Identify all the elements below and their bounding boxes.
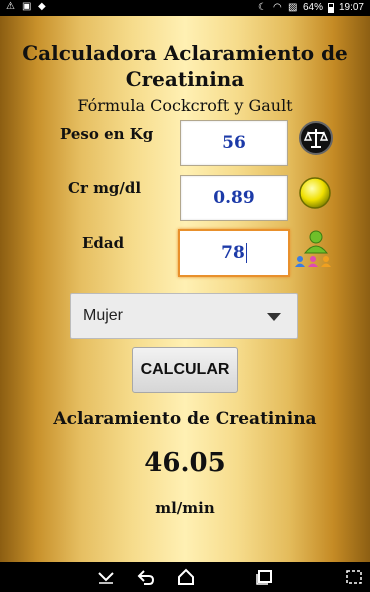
app-screen: Calculadora Aclaramiento de Creatinina F…: [0, 16, 370, 562]
battery-percent: 64%: [302, 2, 323, 13]
creatinine-label: Cr mg/dl: [68, 179, 142, 197]
weight-input[interactable]: 56: [180, 120, 288, 166]
weight-value: 56: [222, 133, 246, 153]
age-label: Edad: [82, 234, 125, 252]
navigation-bar: [0, 562, 370, 592]
age-input[interactable]: 78: [178, 229, 290, 277]
notification-triangle-icon: ⚠: [6, 1, 15, 12]
back-icon[interactable]: [136, 568, 156, 586]
keyboard-hide-icon[interactable]: [96, 568, 116, 586]
notification-shield-icon: ◆: [38, 1, 46, 12]
people-icon[interactable]: [293, 229, 335, 269]
no-sim-icon: ▨: [287, 1, 298, 13]
page-subtitle: Fórmula Cockcroft y Gault: [77, 96, 293, 115]
sex-dropdown[interactable]: Mujer: [70, 293, 298, 339]
text-caret: [245, 243, 247, 263]
moon-icon: ☾: [257, 1, 267, 13]
clock: 19:07: [338, 2, 364, 13]
screenshot-icon[interactable]: [344, 568, 364, 586]
result-value: 46.05: [144, 448, 226, 478]
weight-label: Peso en Kg: [60, 125, 154, 143]
result-unit: ml/min: [155, 499, 215, 517]
dropdown-arrow-icon: [267, 313, 281, 321]
page-title: Calculadora Aclaramiento de Creatinina: [22, 41, 348, 91]
sex-dropdown-value: Mujer: [83, 307, 124, 324]
creatinine-value: 0.89: [213, 188, 255, 208]
result-title: Aclaramiento de Creatinina: [53, 409, 317, 429]
scale-icon[interactable]: [298, 120, 334, 156]
status-bar: ⚠ ▣ ◆ ☾ ◠ ▨ 64% 19:07: [0, 0, 370, 16]
battery-icon: [327, 2, 334, 13]
yellow-circle-icon[interactable]: [298, 176, 332, 210]
calculate-button[interactable]: CALCULAR: [132, 347, 238, 393]
age-value: 78: [221, 243, 245, 263]
notification-image-icon: ▣: [22, 1, 32, 12]
creatinine-input[interactable]: 0.89: [180, 175, 288, 221]
home-icon[interactable]: [176, 568, 196, 586]
recent-apps-icon[interactable]: [254, 568, 274, 586]
wifi-icon: ◠: [272, 1, 282, 13]
